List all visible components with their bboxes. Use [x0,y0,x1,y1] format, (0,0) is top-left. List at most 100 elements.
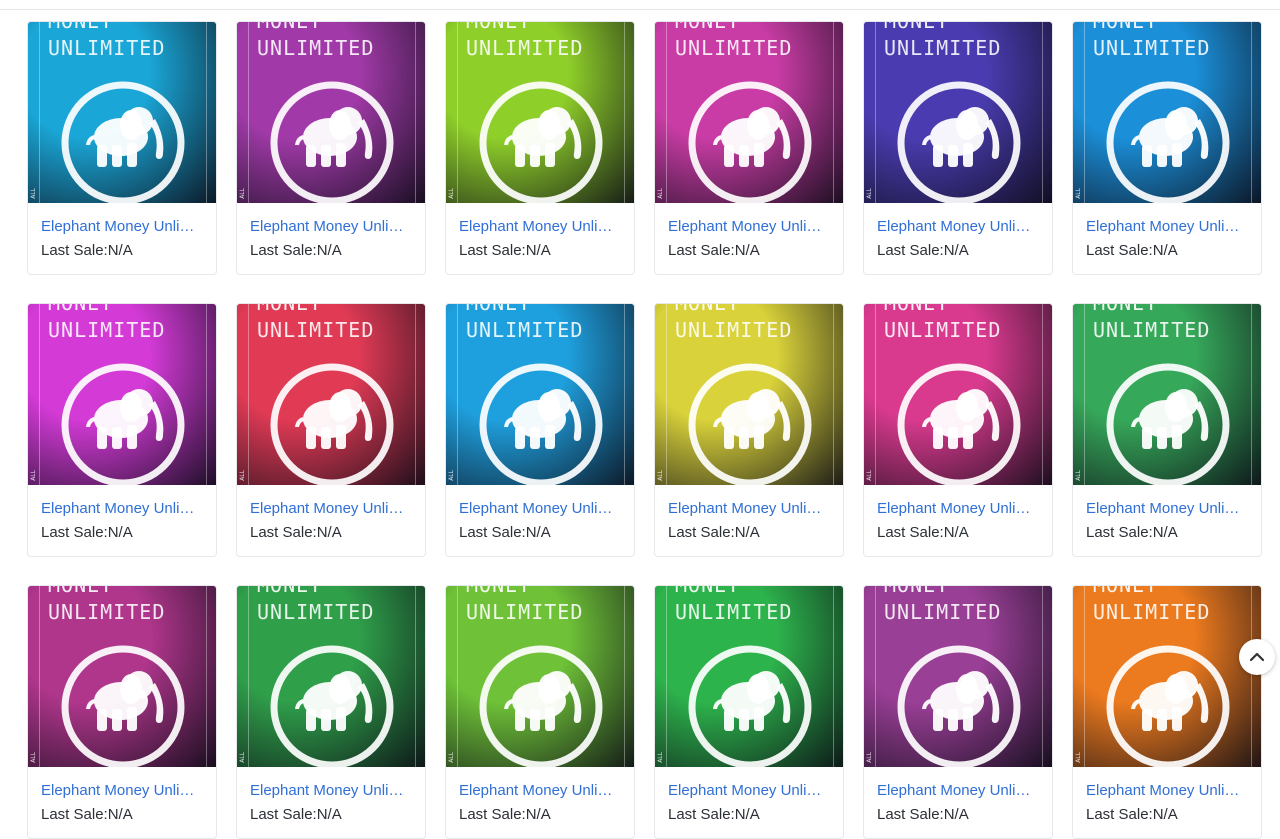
nft-thumbnail[interactable]: MONEY UNLIMITED ALL [446,304,634,485]
nft-card[interactable]: MONEY UNLIMITED ALL Elephant Money Unlim… [863,21,1053,275]
nft-thumbnail[interactable]: MONEY UNLIMITED ALL [655,22,843,203]
frame-line-left [457,22,458,203]
frame-line-left [666,586,667,767]
frame-line-left [457,586,458,767]
nft-thumbnail[interactable]: MONEY UNLIMITED ALL [237,586,425,767]
last-sale-text: Last Sale:N/A [250,524,342,541]
frame-line-right [1251,22,1252,203]
frame-line-right [415,22,416,203]
last-sale-text: Last Sale:N/A [459,806,551,823]
nft-thumbnail[interactable]: MONEY UNLIMITED ALL [28,304,216,485]
nft-card[interactable]: MONEY UNLIMITED ALL Elephant Money Unlim… [236,303,426,557]
chevron-up-icon [1249,652,1265,662]
nft-thumbnail[interactable]: MONEY UNLIMITED ALL [1073,304,1261,485]
frame-line-left [248,304,249,485]
nft-title-link[interactable]: Elephant Money Unlimited [459,218,621,236]
nft-title-link[interactable]: Elephant Money Unlimited [877,218,1039,236]
nft-title-link[interactable]: Elephant Money Unlimited [668,500,830,518]
nft-title-link[interactable]: Elephant Money Unlimited [1086,782,1248,800]
nft-card[interactable]: MONEY UNLIMITED ALL Elephant Money Unlim… [445,21,635,275]
nft-title-link[interactable]: Elephant Money Unlimited [1086,500,1248,518]
nft-title-link[interactable]: Elephant Money Unlimited [877,782,1039,800]
frame-line-right [206,304,207,485]
nft-thumbnail[interactable]: MONEY UNLIMITED ALL [446,586,634,767]
nft-thumbnail[interactable]: MONEY UNLIMITED ALL [864,586,1052,767]
elephant-logo-icon [479,645,603,767]
nft-card[interactable]: MONEY UNLIMITED ALL Elephant Money Unlim… [27,303,217,557]
nft-title-link[interactable]: Elephant Money Unlimited [459,500,621,518]
nft-thumbnail[interactable]: MONEY UNLIMITED ALL [446,22,634,203]
elephant-logo-icon [1106,645,1230,767]
card-info: Elephant Money Unlimited Last Sale:N/A [446,485,634,542]
card-info: Elephant Money Unlimited Last Sale:N/A [446,203,634,260]
frame-line-right [1251,304,1252,485]
nft-thumbnail[interactable]: MONEY UNLIMITED ALL [28,586,216,767]
nft-thumbnail[interactable]: MONEY UNLIMITED ALL [655,586,843,767]
art-brand-word: UNLIMITED [466,600,584,624]
art-brand-word: UNLIMITED [1093,36,1211,60]
nft-card[interactable]: MONEY UNLIMITED ALL Elephant Money Unlim… [654,303,844,557]
nft-title-link[interactable]: Elephant Money Unlimited [41,782,203,800]
card-info: Elephant Money Unlimited Last Sale:N/A [237,203,425,260]
nft-title-link[interactable]: Elephant Money Unlimited [250,782,412,800]
nft-card[interactable]: MONEY UNLIMITED ALL Elephant Money Unlim… [27,21,217,275]
frame-line-right [206,22,207,203]
nft-thumbnail[interactable]: MONEY UNLIMITED ALL [864,22,1052,203]
art-corner-text: ALL [448,752,455,763]
nft-title-link[interactable]: Elephant Money Unlimited [877,500,1039,518]
nft-title-link[interactable]: Elephant Money Unlimited [1086,218,1248,236]
nft-title-link[interactable]: Elephant Money Unlimited [250,500,412,518]
art-corner-text: ALL [448,470,455,481]
frame-line-left [875,22,876,203]
art-brand-word: UNLIMITED [48,36,166,60]
nft-title-link[interactable]: Elephant Money Unlimited [668,218,830,236]
nft-card[interactable]: MONEY UNLIMITED ALL Elephant Money Unlim… [863,303,1053,557]
elephant-logo-icon [61,363,185,485]
nft-card[interactable]: MONEY UNLIMITED ALL Elephant Money Unlim… [445,585,635,839]
last-sale-text: Last Sale:N/A [250,806,342,823]
nft-title-link[interactable]: Elephant Money Unlimited [41,500,203,518]
scroll-to-top-button[interactable] [1239,639,1275,675]
frame-line-right [624,304,625,485]
art-corner-text: ALL [239,188,246,199]
nft-card[interactable]: MONEY UNLIMITED ALL Elephant Money Unlim… [236,585,426,839]
nft-card[interactable]: MONEY UNLIMITED ALL Elephant Money Unlim… [27,585,217,839]
art-top-word: MONEY [466,304,531,315]
nft-thumbnail[interactable]: MONEY UNLIMITED ALL [1073,22,1261,203]
frame-line-right [1042,304,1043,485]
nft-thumbnail[interactable]: MONEY UNLIMITED ALL [28,22,216,203]
frame-line-right [833,304,834,485]
nft-thumbnail[interactable]: MONEY UNLIMITED ALL [237,304,425,485]
nft-thumbnail[interactable]: MONEY UNLIMITED ALL [237,22,425,203]
art-top-word: MONEY [257,586,322,597]
nft-title-link[interactable]: Elephant Money Unlimited [459,782,621,800]
nft-thumbnail[interactable]: MONEY UNLIMITED ALL [1073,586,1261,767]
frame-line-left [666,22,667,203]
nft-card[interactable]: MONEY UNLIMITED ALL Elephant Money Unlim… [863,585,1053,839]
nft-title-link[interactable]: Elephant Money Unlimited [250,218,412,236]
art-brand-word: UNLIMITED [48,600,166,624]
nft-card[interactable]: MONEY UNLIMITED ALL Elephant Money Unlim… [654,21,844,275]
card-info: Elephant Money Unlimited Last Sale:N/A [655,203,843,260]
nft-card[interactable]: MONEY UNLIMITED ALL Elephant Money Unlim… [654,585,844,839]
nft-title-link[interactable]: Elephant Money Unlimited [668,782,830,800]
nft-card[interactable]: MONEY UNLIMITED ALL Elephant Money Unlim… [1072,21,1262,275]
art-corner-text: ALL [866,188,873,199]
last-sale-text: Last Sale:N/A [1086,242,1178,259]
elephant-logo-icon [897,363,1021,485]
nft-card[interactable]: MONEY UNLIMITED ALL Elephant Money Unlim… [236,21,426,275]
nft-card[interactable]: MONEY UNLIMITED ALL Elephant Money Unlim… [1072,585,1262,839]
card-info: Elephant Money Unlimited Last Sale:N/A [655,485,843,542]
nft-card[interactable]: MONEY UNLIMITED ALL Elephant Money Unlim… [445,303,635,557]
card-info: Elephant Money Unlimited Last Sale:N/A [28,767,216,824]
last-sale-text: Last Sale:N/A [877,524,969,541]
nft-title-link[interactable]: Elephant Money Unlimited [41,218,203,236]
elephant-logo-icon [688,81,812,203]
art-top-word: MONEY [257,304,322,315]
nft-card[interactable]: MONEY UNLIMITED ALL Elephant Money Unlim… [1072,303,1262,557]
nft-thumbnail[interactable]: MONEY UNLIMITED ALL [655,304,843,485]
elephant-logo-icon [1106,81,1230,203]
art-top-word: MONEY [48,586,113,597]
nft-thumbnail[interactable]: MONEY UNLIMITED ALL [864,304,1052,485]
top-header-edge [0,0,1280,10]
